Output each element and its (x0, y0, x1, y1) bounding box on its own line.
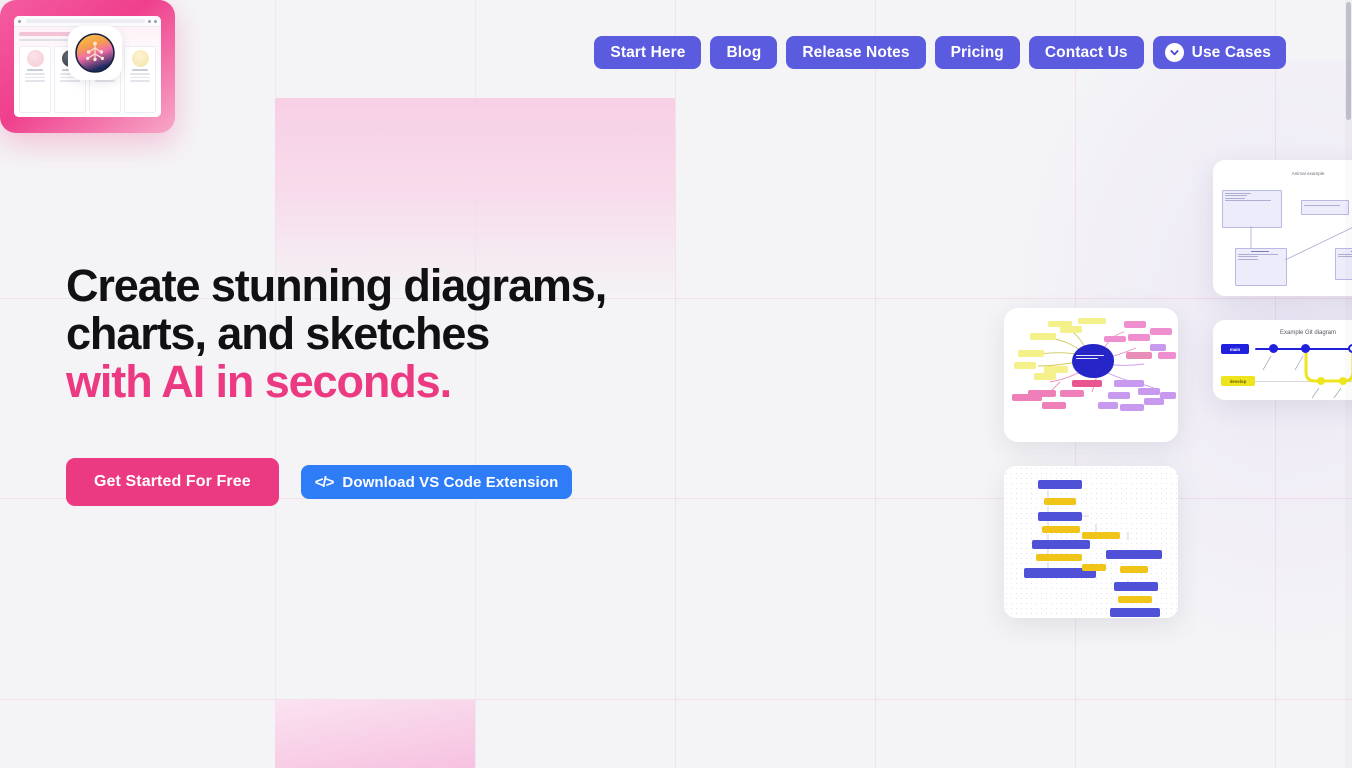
nav-use-cases-label: Use Cases (1191, 44, 1271, 61)
flow-node (1036, 554, 1082, 561)
grid-line-horizontal (0, 699, 1352, 700)
nav-use-cases[interactable]: Use Cases (1152, 36, 1286, 69)
git-graph-card[interactable]: Example Git diagram main develop (1213, 320, 1352, 400)
mindmap-node (1150, 344, 1166, 351)
nav-release-notes[interactable]: Release Notes (786, 36, 926, 69)
mindmap-node (1072, 380, 1102, 387)
page-scrollbar[interactable] (1345, 0, 1352, 768)
mindmap-node (1108, 392, 1130, 399)
flowchart-connectors (1047, 490, 1129, 602)
mindmap-node (1104, 336, 1126, 342)
mindmap-node (1044, 366, 1068, 373)
page-title: Create stunning diagrams, charts, and sk… (66, 262, 686, 406)
mindmap-node (1098, 402, 1118, 409)
mindmap-node (1160, 392, 1176, 399)
mindmap-node (1014, 362, 1036, 369)
mindmap-center-node (1072, 344, 1114, 378)
nav-start-here[interactable]: Start Here (594, 36, 702, 69)
flow-node (1106, 550, 1162, 559)
flow-node (1042, 526, 1080, 533)
mindmap-node (1012, 394, 1042, 401)
mindmap-node (1126, 352, 1152, 359)
hero-section: Create stunning diagrams, charts, and sk… (66, 262, 686, 406)
headline-line-3-accent: with AI in seconds. (66, 356, 452, 407)
download-vscode-label: Download VS Code Extension (342, 473, 559, 491)
headline-line-2: charts, and sketches (66, 308, 490, 359)
mindmap-node (1078, 318, 1106, 324)
uml-class-diagram-card[interactable]: Animal example (1213, 160, 1352, 296)
nav-contact-us[interactable]: Contact Us (1028, 36, 1144, 69)
flow-node (1114, 582, 1158, 591)
flow-node (1032, 540, 1090, 549)
brand-logo[interactable] (68, 26, 122, 80)
mindmap-node (1048, 321, 1072, 327)
mindmap-node (1158, 352, 1176, 359)
code-brackets-icon: </> (314, 473, 335, 491)
network-brain-circle-icon (75, 33, 115, 73)
main-navigation: Start Here Blog Release Notes Pricing Co… (594, 36, 1286, 69)
scrollbar-thumb[interactable] (1346, 2, 1351, 120)
mindmap-node (1018, 350, 1044, 357)
chevron-down-circle-icon (1164, 43, 1184, 62)
mindmap-node (1114, 380, 1144, 387)
download-vscode-extension-button[interactable]: </> Download VS Code Extension (300, 465, 573, 499)
mindmap-node (1060, 390, 1084, 397)
mindmap-node (1042, 402, 1066, 409)
mindmap-node (1034, 373, 1056, 380)
flow-node (1118, 596, 1152, 603)
flow-node (1110, 608, 1160, 617)
get-started-button[interactable]: Get Started For Free (66, 458, 279, 506)
mindmap-node (1128, 334, 1150, 341)
flow-node (1038, 480, 1082, 489)
nav-pricing[interactable]: Pricing (934, 36, 1020, 69)
flow-node (1044, 498, 1076, 505)
site-header: Start Here Blog Release Notes Pricing Co… (0, 0, 1352, 105)
uml-connectors (1250, 226, 1352, 261)
mind-map-card[interactable] (1004, 308, 1178, 442)
flowchart-card[interactable] (1004, 466, 1178, 618)
mindmap-node (1030, 333, 1056, 340)
mindmap-node (1124, 321, 1146, 328)
mindmap-node (1060, 326, 1082, 333)
mindmap-node (1150, 328, 1172, 335)
mindmap-node (1144, 398, 1164, 405)
flow-node (1082, 564, 1106, 571)
grid-line-vertical (875, 0, 876, 768)
nav-blog[interactable]: Blog (710, 36, 778, 69)
pink-gradient-block-bottom (275, 700, 475, 768)
git-commit-labels (1262, 355, 1342, 399)
mindmap-node (1120, 404, 1144, 411)
mindmap-node (1138, 388, 1160, 395)
flow-node (1038, 512, 1082, 521)
flow-node (1120, 566, 1148, 573)
headline-line-1: Create stunning diagrams, (66, 260, 607, 311)
flow-node (1082, 532, 1120, 539)
cta-row: Get Started For Free </> Download VS Cod… (66, 458, 573, 506)
